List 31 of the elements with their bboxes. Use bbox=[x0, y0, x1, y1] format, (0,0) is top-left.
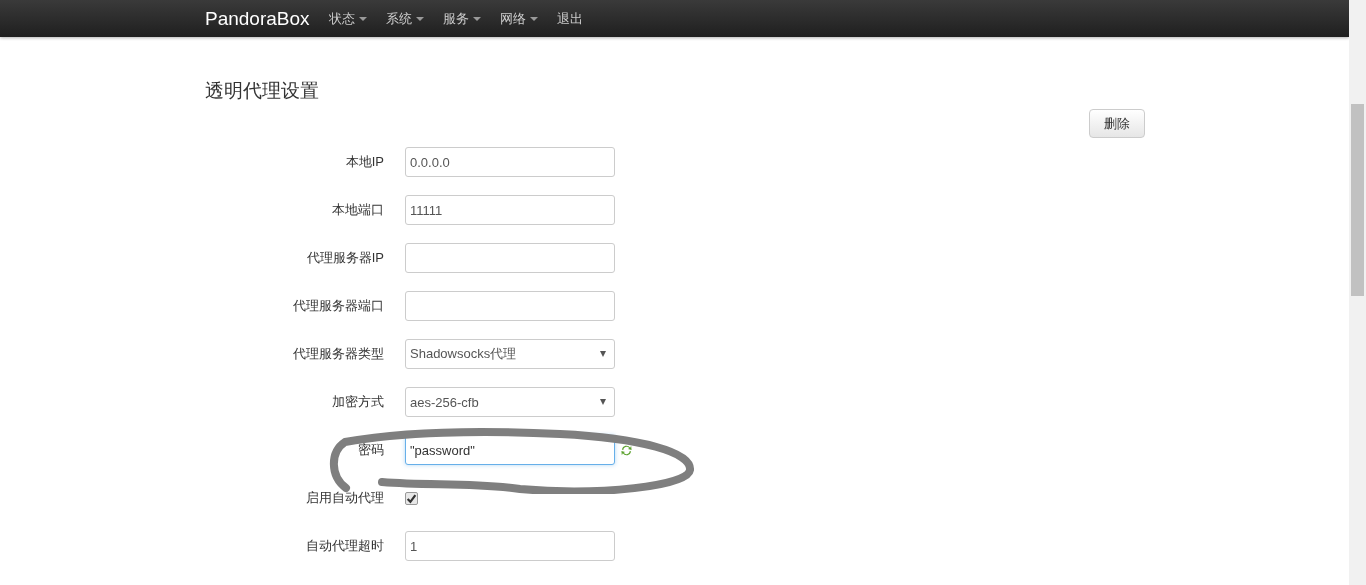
nav-menu-item[interactable]: 网络 bbox=[499, 9, 538, 28]
nav-menu-item[interactable]: 状态 bbox=[328, 9, 367, 28]
input-field[interactable] bbox=[405, 243, 615, 273]
field-label: 本地端口 bbox=[332, 201, 384, 219]
field-label: 本地IP bbox=[345, 153, 384, 171]
delete-button[interactable]: 删除 bbox=[1089, 109, 1145, 138]
caret-icon bbox=[529, 16, 538, 21]
field-label: 加密方式 bbox=[332, 393, 384, 411]
input-field[interactable] bbox=[405, 291, 615, 321]
page-title: 透明代理设置 bbox=[205, 80, 320, 102]
caret-icon bbox=[472, 16, 481, 21]
select-dropdown[interactable]: Shadowsocks代理 bbox=[405, 339, 615, 369]
scrollbar[interactable] bbox=[1349, 0, 1366, 585]
select-dropdown[interactable]: aes-256-cfb bbox=[405, 387, 615, 417]
field-label: 密码 bbox=[358, 441, 384, 459]
field-label: 自动代理超时 bbox=[306, 537, 384, 555]
field-label: 代理服务器IP bbox=[306, 249, 384, 267]
nav-menu-item[interactable]: 退出 bbox=[556, 9, 583, 28]
input-field[interactable]: 11111 bbox=[405, 195, 615, 225]
field-label: 启用自动代理 bbox=[306, 489, 384, 507]
checkbox[interactable] bbox=[405, 491, 418, 505]
nav-menu-item[interactable]: 服务 bbox=[442, 9, 481, 28]
nav-menu-item[interactable]: 系统 bbox=[385, 9, 424, 28]
brand-link[interactable]: PandoraBox bbox=[205, 7, 310, 30]
field-label: 代理服务器类型 bbox=[293, 345, 384, 363]
field-label: 代理服务器端口 bbox=[293, 297, 384, 315]
caret-icon bbox=[358, 16, 367, 21]
input-field[interactable]: 1 bbox=[405, 531, 615, 561]
input-field[interactable]: 0.0.0.0 bbox=[405, 147, 615, 177]
refresh-icon[interactable] bbox=[620, 443, 633, 457]
caret-icon bbox=[415, 16, 424, 21]
